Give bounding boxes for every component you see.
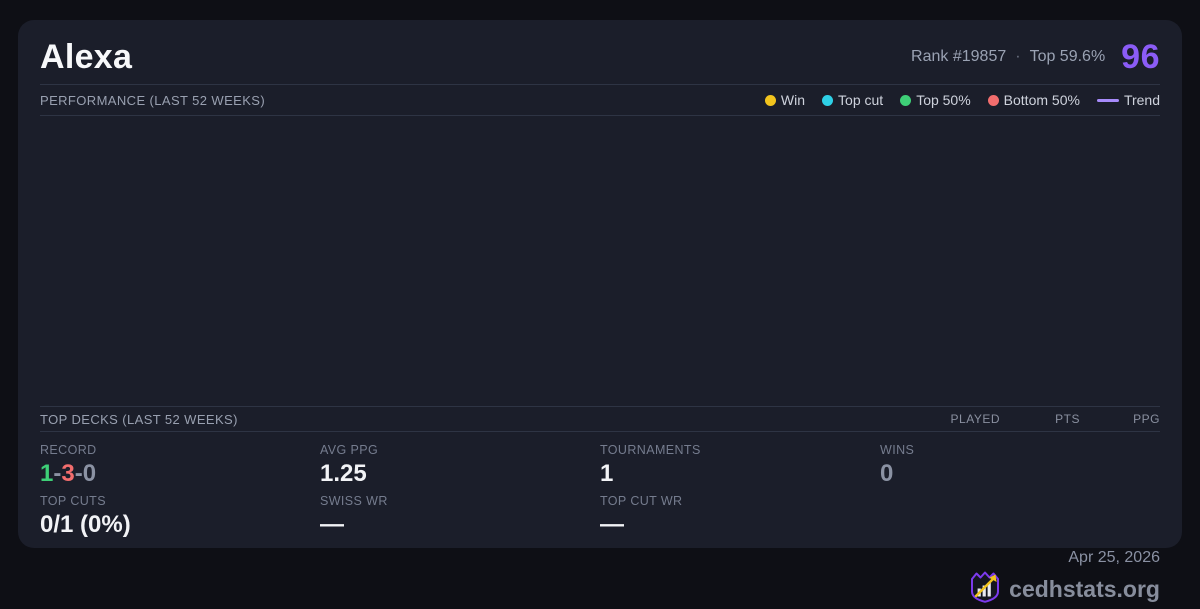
performance-chart — [40, 116, 1160, 406]
stat-label: TOURNAMENTS — [600, 443, 701, 457]
rank-line: Rank #19857 · Top 59.6% — [911, 48, 1105, 66]
swiss-wr-value: — — [320, 510, 344, 538]
stat-record: RECORD 1-3-0 TOP CUTS 0/1 (0%) — [40, 440, 320, 544]
legend-label: Win — [780, 92, 806, 108]
top-cut-dot-icon — [822, 94, 834, 106]
legend-label: Bottom 50% — [1003, 92, 1080, 108]
bottom-50-dot-icon — [987, 94, 999, 106]
top-decks-columns: PLAYED PTS PPG — [920, 412, 1160, 426]
card-footer: Apr 25, 2026 cedhstats.org — [880, 544, 1160, 609]
rank-separator: · — [1015, 48, 1021, 65]
stat-avg-ppg: AVG PPG 1.25 SWISS WR — — [320, 440, 600, 544]
player-name: Alexa — [40, 37, 133, 76]
cedhstats-logo-icon — [969, 570, 1001, 609]
stat-label: TOP CUTS — [40, 493, 106, 508]
site-name[interactable]: cedhstats.org — [1009, 576, 1160, 603]
stats-grid: RECORD 1-3-0 TOP CUTS 0/1 (0%) AVG PPG 1… — [40, 432, 1160, 609]
trend-line-icon — [1096, 98, 1119, 102]
performance-header-row: PERFORMANCE (LAST 52 WEEKS) Win Top cut … — [40, 85, 1160, 116]
legend-item-win: Win — [764, 92, 806, 108]
record-draws: 0 — [82, 460, 97, 487]
record-losses: 3 — [61, 460, 75, 487]
stat-tournaments: TOURNAMENTS 1 TOP CUT WR — — [600, 440, 880, 544]
top-decks-section-title: TOP DECKS (LAST 52 WEEKS) — [40, 411, 238, 427]
legend-label: Trend — [1123, 92, 1160, 108]
avg-ppg-value: 1.25 — [320, 460, 367, 487]
column-header-ppg: PPG — [1133, 412, 1160, 426]
header-right: Rank #19857 · Top 59.6% 96 — [911, 38, 1160, 77]
legend-item-bottom-50: Bottom 50% — [987, 92, 1080, 108]
wins-value: 0 — [880, 460, 894, 487]
column-header-pts: PTS — [1055, 412, 1080, 426]
record-wins: 1 — [40, 460, 54, 487]
stat-label: RECORD — [40, 443, 97, 457]
top-50-dot-icon — [900, 94, 912, 106]
top-cuts-value: 0/1 (0%) — [40, 510, 131, 538]
record-value: 1-3-0 — [40, 460, 320, 488]
tournaments-value: 1 — [600, 460, 614, 487]
record-separator: - — [74, 460, 83, 487]
brand-row[interactable]: cedhstats.org — [880, 570, 1160, 609]
top-cut-wr-value: — — [600, 510, 624, 538]
legend-label: Top 50% — [916, 92, 971, 108]
stat-label: TOP CUT WR — [600, 493, 683, 508]
player-score: 96 — [1121, 37, 1160, 76]
column-header-played: PLAYED — [950, 412, 1000, 426]
top-percent-text: Top 59.6% — [1029, 48, 1106, 65]
legend-item-top-cut: Top cut — [822, 92, 883, 108]
win-dot-icon — [764, 94, 776, 106]
legend-label: Top cut — [838, 92, 884, 108]
date-text: Apr 25, 2026 — [1068, 549, 1160, 567]
legend-item-trend: Trend — [1096, 92, 1160, 108]
player-stats-card: Alexa Rank #19857 · Top 59.6% 96 PERFORM… — [18, 20, 1182, 603]
rank-text: Rank #19857 — [911, 48, 1007, 65]
legend-item-top-50: Top 50% — [900, 92, 971, 108]
card-header: Alexa Rank #19857 · Top 59.6% 96 — [40, 20, 1160, 85]
chart-legend: Win Top cut Top 50% Bottom 50% Trend — [764, 92, 1160, 108]
stat-wins: WINS 0 — [880, 440, 1160, 544]
performance-section-title: PERFORMANCE (LAST 52 WEEKS) — [40, 92, 266, 108]
stat-label: WINS — [880, 443, 915, 457]
stat-label: SWISS WR — [320, 493, 388, 508]
top-decks-header-row: TOP DECKS (LAST 52 WEEKS) PLAYED PTS PPG — [40, 406, 1160, 432]
stat-label: AVG PPG — [320, 443, 379, 457]
